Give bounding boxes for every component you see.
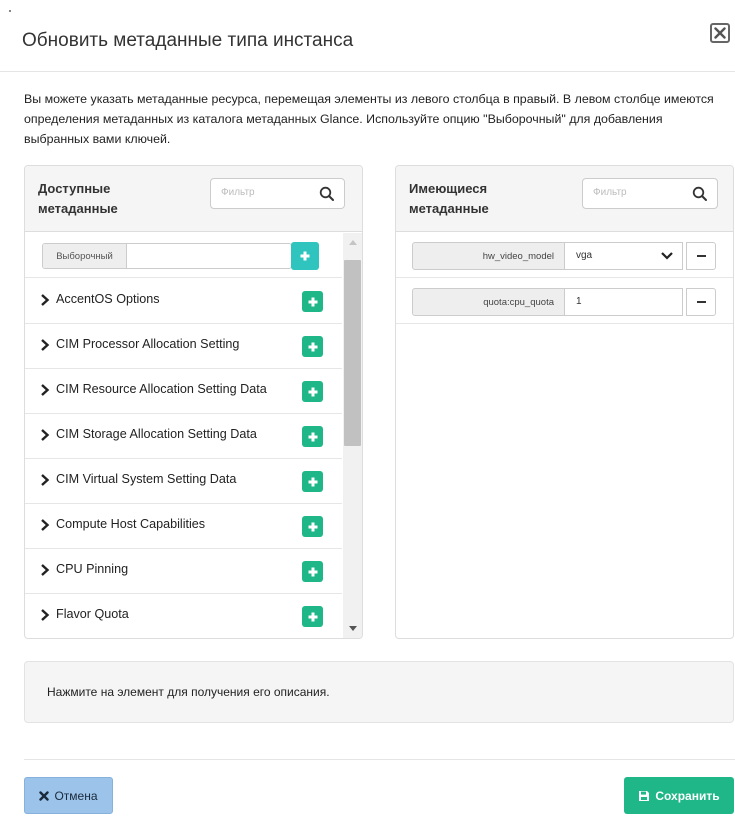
floppy-disk-icon xyxy=(639,790,650,801)
add-custom-key-button[interactable] xyxy=(291,242,319,270)
save-button[interactable]: Сохранить xyxy=(624,777,734,814)
chevron-right-icon xyxy=(41,384,50,396)
chevron-right-icon xyxy=(41,474,50,486)
existing-metadata-panel: Имеющиеся метаданные hw_video_model vga … xyxy=(395,165,734,639)
add-namespace-button[interactable] xyxy=(302,336,323,357)
namespace-label: CIM Processor Allocation Setting xyxy=(56,337,240,351)
chevron-right-icon xyxy=(41,294,50,306)
namespace-label: Compute Host Capabilities xyxy=(56,517,206,531)
namespace-item[interactable]: CPU Pinning xyxy=(25,549,342,594)
remove-item-button[interactable] xyxy=(686,288,716,316)
add-namespace-button[interactable] xyxy=(302,381,323,402)
add-namespace-button[interactable] xyxy=(302,426,323,447)
namespace-label: CIM Resource Allocation Setting Data xyxy=(56,382,267,396)
add-namespace-button[interactable] xyxy=(302,606,323,627)
namespace-label: CPU Pinning xyxy=(56,562,129,576)
existing-panel-header: Имеющиеся метаданные xyxy=(396,166,733,232)
close-icon xyxy=(39,790,50,801)
chevron-down-icon xyxy=(661,252,673,260)
description-text: Нажмите на элемент для получения его опи… xyxy=(47,685,330,699)
existing-item-select[interactable]: vga xyxy=(564,242,683,270)
scroll-thumb[interactable] xyxy=(344,260,361,446)
existing-item-key: quota:cpu_quota xyxy=(412,288,565,316)
cancel-label: Отмена xyxy=(54,788,98,803)
modal-header: Обновить метаданные типа инстанса xyxy=(0,0,735,72)
chevron-right-icon xyxy=(41,429,50,441)
existing-item-value: 1 xyxy=(576,296,582,307)
existing-heading: Имеющиеся метаданные xyxy=(409,181,489,216)
namespace-item[interactable]: CIM Virtual System Setting Data xyxy=(25,459,342,504)
existing-filter-input[interactable] xyxy=(593,187,673,198)
namespace-label: CIM Storage Allocation Setting Data xyxy=(56,427,257,441)
add-namespace-button[interactable] xyxy=(302,291,323,312)
chevron-right-icon xyxy=(41,339,50,351)
existing-item-key: hw_video_model xyxy=(412,242,565,270)
namespace-label: CIM Virtual System Setting Data xyxy=(56,472,237,486)
search-icon[interactable] xyxy=(692,186,708,202)
namespace-item[interactable]: CIM Storage Allocation Setting Data xyxy=(25,414,342,459)
existing-item-row: hw_video_model vga xyxy=(396,233,733,278)
available-metadata-panel: Доступные метаданные Выборочный AccentOS… xyxy=(24,165,363,639)
existing-item-input[interactable]: 1 xyxy=(564,288,683,316)
available-heading: Доступные метаданные xyxy=(38,181,118,216)
footer-divider xyxy=(24,759,735,760)
search-icon[interactable] xyxy=(319,186,335,202)
modal-title: Обновить метаданные типа инстанса xyxy=(22,30,354,51)
existing-item-row: quota:cpu_quota 1 xyxy=(396,279,733,324)
add-namespace-button[interactable] xyxy=(302,471,323,492)
existing-filter[interactable] xyxy=(582,178,718,209)
namespace-item[interactable]: AccentOS Options xyxy=(25,279,342,324)
namespace-item[interactable]: Compute Host Capabilities xyxy=(25,504,342,549)
chevron-right-icon xyxy=(41,564,50,576)
available-filter-input[interactable] xyxy=(221,187,301,198)
close-icon[interactable] xyxy=(710,23,730,43)
available-panel-header: Доступные метаданные xyxy=(25,166,362,232)
custom-key-input[interactable] xyxy=(128,246,288,266)
namespace-item[interactable]: Flavor Quota xyxy=(25,594,342,638)
cancel-button[interactable]: Отмена xyxy=(24,777,113,814)
chevron-right-icon xyxy=(41,519,50,531)
description-box: Нажмите на элемент для получения его опи… xyxy=(24,661,734,723)
custom-key-group: Выборочный xyxy=(42,243,292,269)
intro-text: Вы можете указать метаданные ресурса, пе… xyxy=(24,92,714,146)
add-namespace-button[interactable] xyxy=(302,561,323,582)
namespace-item[interactable]: CIM Processor Allocation Setting xyxy=(25,324,342,369)
remove-item-button[interactable] xyxy=(686,242,716,270)
scrollbar[interactable] xyxy=(343,233,362,638)
custom-key-row: Выборочный xyxy=(25,233,342,278)
namespace-item[interactable]: CIM Resource Allocation Setting Data xyxy=(25,369,342,414)
save-label: Сохранить xyxy=(655,788,720,803)
scroll-up-arrow[interactable] xyxy=(349,240,357,245)
existing-item-value: vga xyxy=(576,250,593,261)
add-namespace-button[interactable] xyxy=(302,516,323,537)
scroll-down-arrow[interactable] xyxy=(349,626,357,631)
namespace-label: AccentOS Options xyxy=(56,292,160,306)
namespace-label: Flavor Quota xyxy=(56,607,129,621)
available-filter[interactable] xyxy=(210,178,345,209)
custom-key-label: Выборочный xyxy=(43,244,127,268)
chevron-right-icon xyxy=(41,609,50,621)
